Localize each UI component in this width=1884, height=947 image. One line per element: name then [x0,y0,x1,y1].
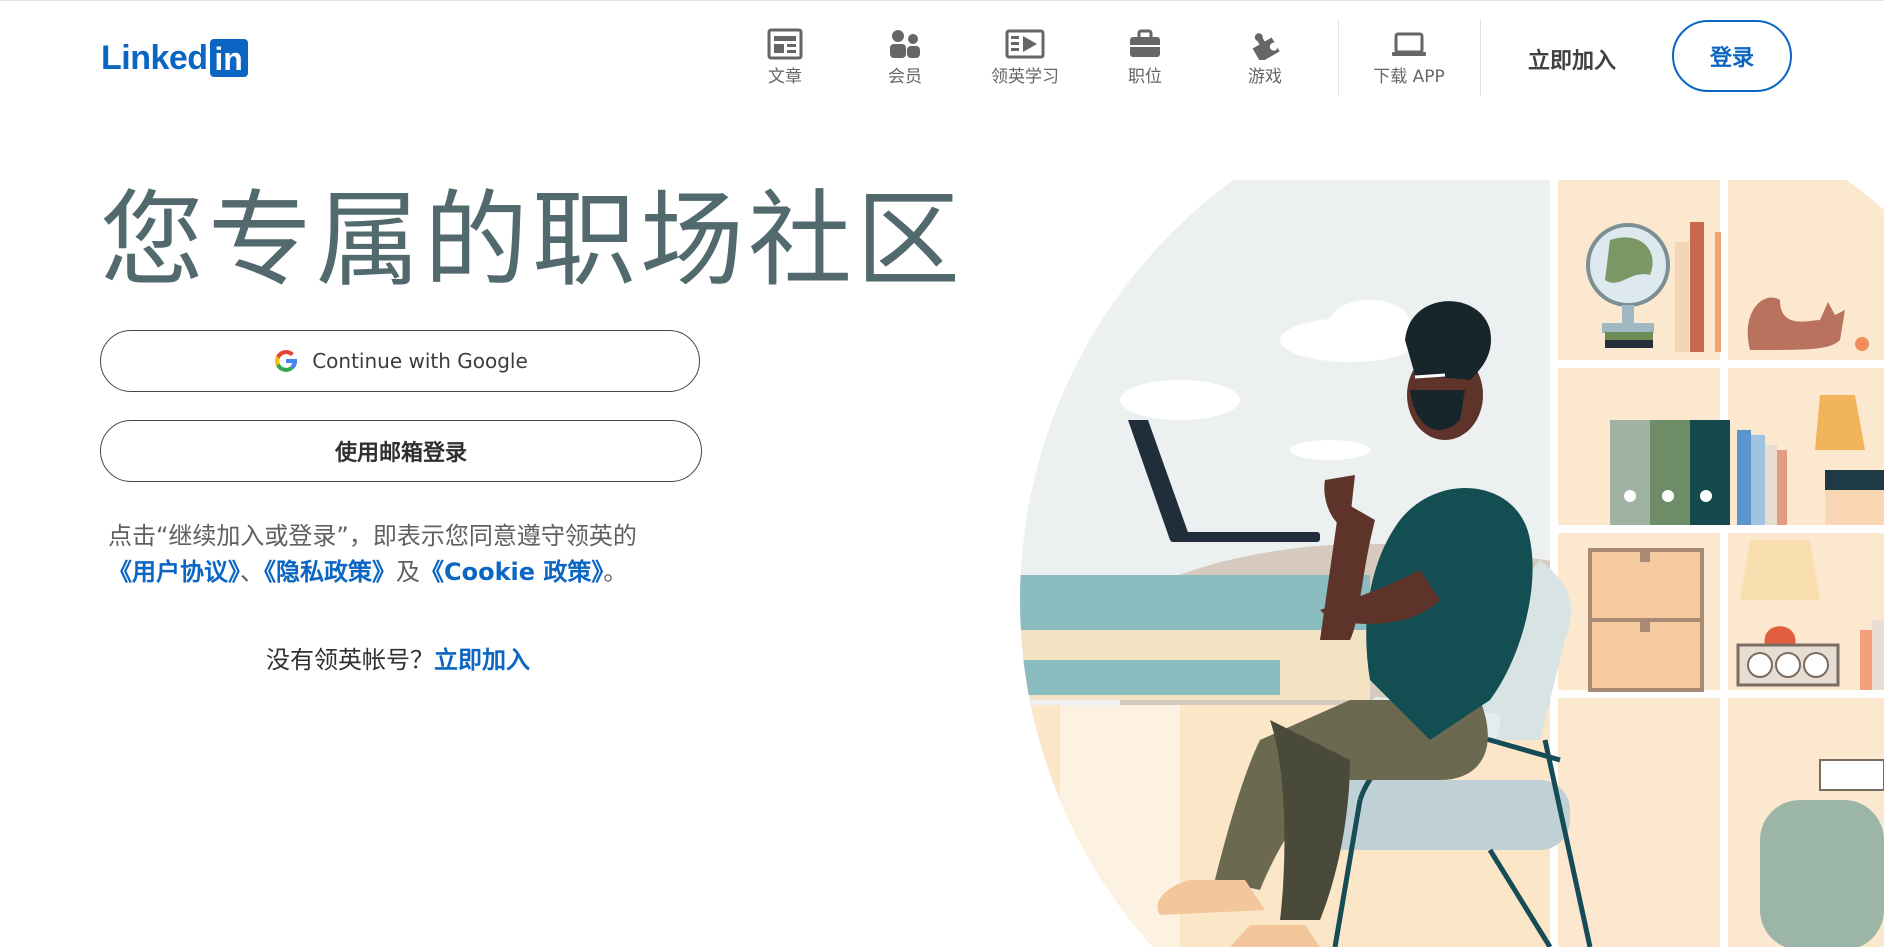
user-agreement-link[interactable]: 《用户协议》 [108,558,240,586]
join-now-bottom-link[interactable]: 立即加入 [434,646,530,674]
sign-in-with-email-button[interactable]: 使用邮箱登录 [100,420,702,482]
nav-divider [1338,20,1339,96]
learning-video-icon [1005,29,1045,59]
nav-item-people[interactable]: 会员 [850,20,960,100]
cookie-policy-link[interactable]: 《Cookie 政策》 [420,558,603,586]
people-icon [890,30,920,58]
logo-in-badge: in [209,39,248,77]
briefcase-icon [1130,29,1160,57]
google-button-label: Continue with Google [312,349,528,373]
nav-divider [1480,20,1481,96]
terms-and: 及 [396,558,420,586]
nav-item-download-app[interactable]: 下载 APP [1354,20,1464,100]
sign-in-label: 登录 [1709,46,1754,71]
linkedin-logo[interactable]: Linked in [101,38,248,78]
terms-separator: 、 [240,558,264,586]
hero-illustration [1020,180,1884,947]
puzzle-icon [1252,33,1280,60]
laptop-icon [1392,32,1426,56]
nav-item-games[interactable]: 游戏 [1210,20,1320,100]
nav-item-jobs[interactable]: 职位 [1090,20,1200,100]
nav-label-games: 游戏 [1248,67,1282,87]
no-account-prompt: 没有领英帐号？立即加入 [266,640,530,675]
nav-label-download-app: 下载 APP [1373,67,1445,87]
nav-item-articles[interactable]: 文章 [730,20,840,100]
logo-wordmark: Linked [101,39,208,77]
nav-label-learning: 领英学习 [991,67,1059,87]
nav-item-learning[interactable]: 领英学习 [970,20,1080,100]
email-button-label: 使用邮箱登录 [334,441,467,466]
terms-notice: 点击“继续加入或登录”，即表示您同意遵守领英的 《用户协议》、《隐私政策》及《C… [108,518,708,590]
join-now-link[interactable]: 立即加入 [1528,43,1616,75]
nav-label-jobs: 职位 [1128,67,1162,87]
nav-label-people: 会员 [888,67,922,87]
terms-end: 。 [603,558,628,586]
google-icon [275,349,298,372]
sign-in-button[interactable]: 登录 [1672,20,1792,92]
privacy-policy-link[interactable]: 《隐私政策》 [264,558,396,586]
nav-label-articles: 文章 [768,67,802,87]
article-icon [767,28,803,60]
page-headline: 您专属的职场社区 [100,179,965,301]
continue-with-google-button[interactable]: Continue with Google [100,330,700,392]
terms-prefix: 点击“继续加入或登录”，即表示您同意遵守领英的 [108,522,637,550]
top-border [0,0,1884,1]
no-account-text: 没有领英帐号？ [266,646,434,674]
